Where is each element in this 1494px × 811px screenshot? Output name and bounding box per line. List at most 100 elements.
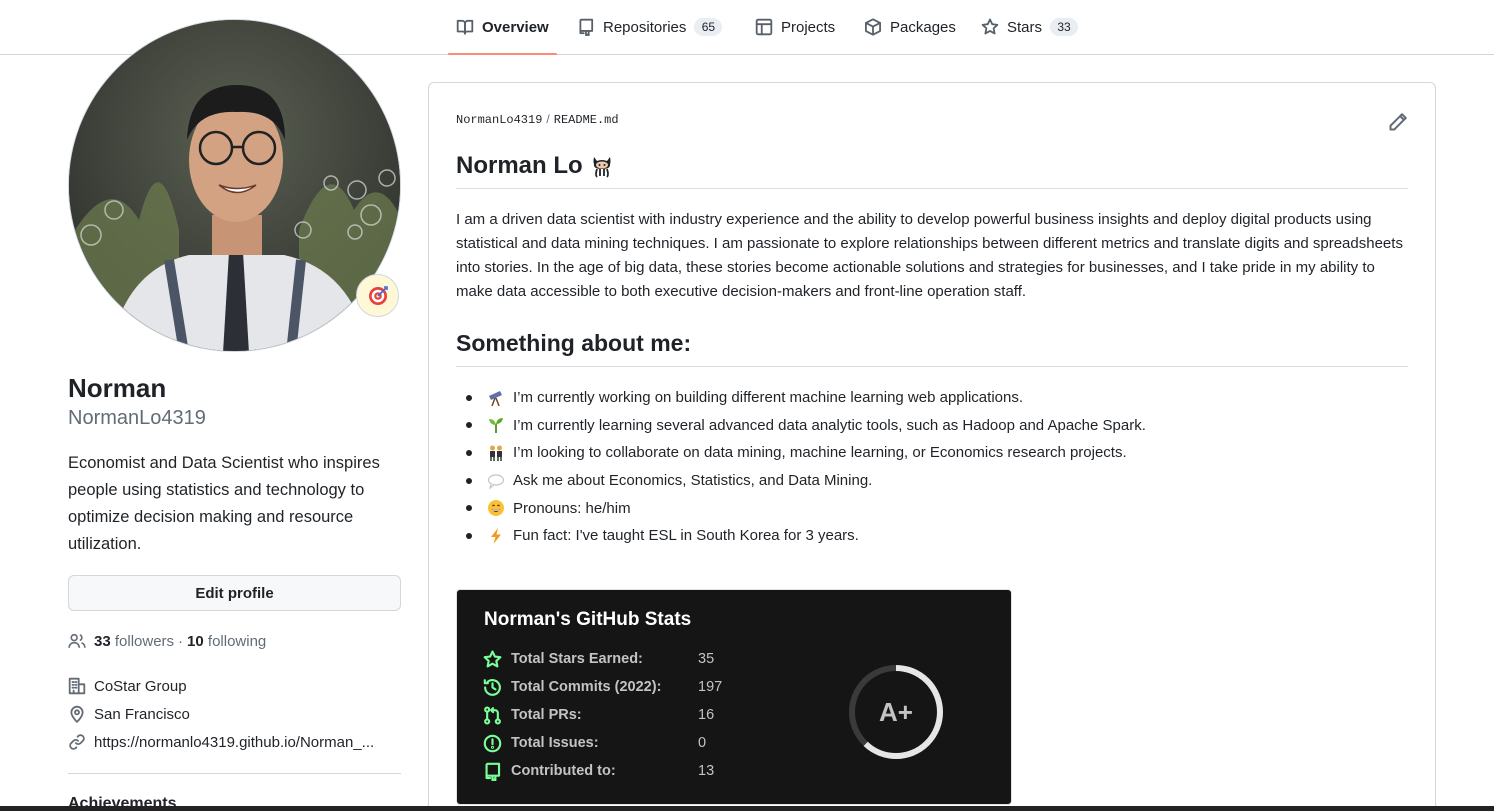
- tab-projects[interactable]: Projects: [755, 0, 835, 54]
- dart-target-icon: [368, 285, 388, 305]
- status-badge[interactable]: [356, 274, 399, 317]
- github-stats-card: Norman's GitHub Stats Total Stars Earned…: [456, 589, 1012, 805]
- link-icon: [69, 734, 85, 750]
- readme-intro: I am a driven data scientist with indust…: [456, 211, 1403, 300]
- list-item: Ask me about Economics, Statistics, and …: [466, 467, 1146, 495]
- readme-path-file[interactable]: README.md: [554, 113, 619, 127]
- repo-icon: [579, 18, 594, 36]
- stats-value: 35: [698, 651, 715, 667]
- bullet: [466, 505, 472, 512]
- bullet: [466, 394, 472, 401]
- stats-value: 197: [698, 679, 723, 695]
- people-icon: [68, 633, 86, 648]
- following-count: 10: [187, 632, 204, 650]
- stats-row: Contributed to:: [483, 759, 616, 783]
- following-link[interactable]: 10 following: [187, 633, 266, 650]
- profile-location: San Francisco: [68, 705, 408, 723]
- tab-overview[interactable]: Overview: [448, 0, 557, 55]
- avatar[interactable]: [68, 19, 401, 352]
- lightning-icon: [486, 526, 506, 546]
- list-item: I’m currently working on building differ…: [466, 384, 1146, 412]
- stats-label: Total Issues:: [511, 735, 599, 751]
- organization-icon: [68, 677, 86, 695]
- list-item: Fun fact: I've taught ESL in South Korea…: [466, 522, 1146, 550]
- bullet: [466, 532, 472, 539]
- stats-label: Total Stars Earned:: [511, 651, 643, 667]
- list-item-text: I’m looking to collaborate on data minin…: [513, 444, 1127, 462]
- grade-label: A+: [879, 696, 913, 727]
- window-bottom-edge: [0, 806, 1494, 811]
- star-icon: [981, 18, 999, 35]
- bullet: [466, 477, 472, 484]
- tab-label: Stars: [1007, 18, 1043, 36]
- avatar-photo: [69, 20, 400, 351]
- stats-value: 13: [698, 763, 715, 779]
- path-separator: /: [546, 112, 550, 126]
- website-link[interactable]: https://normanlo4319.github.io/Norman_..…: [94, 734, 399, 751]
- tab-label: Repositories: [603, 18, 687, 36]
- star-icon: [483, 649, 502, 667]
- readme-heading: Norman Lo: [456, 152, 613, 180]
- repositories-count: 65: [694, 18, 723, 36]
- list-item: I’m currently learning several advanced …: [466, 412, 1146, 440]
- list-item-text: I’m currently learning several advanced …: [513, 416, 1146, 434]
- tab-stars[interactable]: Stars 33: [981, 0, 1079, 54]
- bullet: [466, 449, 472, 456]
- edit-readme-button[interactable]: [1388, 112, 1410, 134]
- history-icon: [483, 678, 501, 696]
- repo-icon: [485, 762, 501, 781]
- speech-balloon-icon: [486, 471, 506, 491]
- seedling-icon: [486, 415, 506, 435]
- location-name: San Francisco: [94, 705, 190, 723]
- book-icon: [456, 19, 474, 35]
- followers-label: followers: [114, 632, 175, 650]
- bullet: [466, 422, 472, 429]
- profile-website: https://normanlo4319.github.io/Norman_..…: [68, 733, 408, 751]
- followers-link[interactable]: 33 followers: [94, 633, 174, 650]
- stats-label: Total PRs:: [511, 707, 582, 723]
- heading-rule: [456, 188, 1408, 189]
- tab-label: Packages: [890, 18, 956, 36]
- list-item-text: I’m currently working on building differ…: [513, 389, 1023, 407]
- list-item: Pronouns: he/him: [466, 494, 1146, 522]
- stats-value: 0: [698, 735, 707, 751]
- stars-count: 33: [1050, 18, 1079, 36]
- package-icon: [865, 18, 881, 36]
- edit-profile-button[interactable]: Edit profile: [68, 575, 401, 611]
- list-item-text: Pronouns: he/him: [513, 499, 631, 517]
- list-item-text: Fun fact: I've taught ESL in South Korea…: [513, 527, 859, 545]
- follow-separator: ·: [178, 632, 184, 650]
- stats-label: Contributed to:: [511, 763, 616, 779]
- tab-repositories[interactable]: Repositories 65: [577, 0, 723, 54]
- stats-row: Total Commits (2022):: [483, 675, 661, 699]
- about-list: I’m currently working on building differ…: [466, 384, 1146, 550]
- table-icon: [755, 18, 773, 36]
- about-heading-rule: [456, 366, 1408, 367]
- grinning-face-icon: [486, 498, 506, 518]
- people-icon: [486, 443, 506, 463]
- stats-value: 16: [698, 707, 715, 723]
- following-label: following: [207, 632, 267, 650]
- telescope-icon: [486, 388, 506, 408]
- readme-path-user[interactable]: NormanLo4319: [456, 113, 542, 127]
- stats-row: Total Stars Earned:: [483, 647, 643, 671]
- follow-stats: 33 followers · 10 following: [68, 632, 266, 650]
- stats-label: Total Commits (2022):: [511, 679, 662, 695]
- pull-request-icon: [484, 705, 501, 725]
- company-name: CoStar Group: [94, 677, 187, 695]
- list-item-text: Ask me about Economics, Statistics, and …: [513, 472, 873, 490]
- location-icon: [70, 705, 84, 723]
- tab-label: Overview: [482, 18, 549, 36]
- about-heading: Something about me:: [456, 330, 692, 356]
- profile-bio: Economist and Data Scientist who inspire…: [68, 454, 380, 553]
- tab-label: Projects: [781, 18, 836, 36]
- profile-username: NormanLo4319: [68, 407, 206, 429]
- tab-packages[interactable]: Packages: [864, 0, 956, 54]
- issue-icon: [483, 734, 502, 752]
- profile-company: CoStar Group: [68, 677, 408, 695]
- stats-row: Total Issues:: [483, 731, 599, 755]
- followers-count: 33: [94, 632, 111, 650]
- stats-title: Norman's GitHub Stats: [484, 609, 692, 630]
- profile-name: Norman: [68, 373, 167, 403]
- stats-row: Total PRs:: [483, 703, 582, 727]
